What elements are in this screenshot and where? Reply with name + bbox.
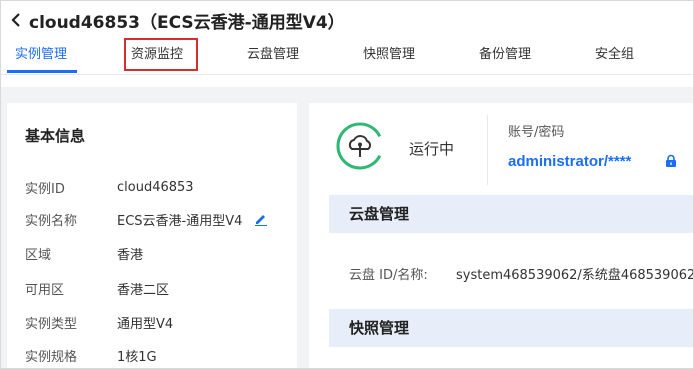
tab-disk-management[interactable]: 云盘管理	[247, 37, 299, 73]
status-text: 运行中	[409, 140, 455, 158]
basic-info-title: 基本信息	[25, 127, 86, 145]
tab-resource-monitoring[interactable]: 资源监控	[131, 37, 183, 73]
divider	[487, 115, 488, 185]
info-label: 实例ID	[25, 181, 65, 197]
info-label: 可用区	[25, 282, 65, 298]
disk-row: 云盘 ID/名称: system468539062/系统盘468539062	[349, 263, 694, 283]
info-label: 实例类型	[25, 316, 78, 332]
info-row-region: 区域 香港	[25, 243, 143, 263]
disk-label: 云盘 ID/名称:	[349, 267, 428, 283]
info-value: ECS云香港-通用型V4	[117, 213, 243, 229]
page-title: cloud46853（ECS云香港-通用型V4）	[29, 12, 345, 33]
account-value[interactable]: administrator/****	[508, 153, 631, 170]
instance-status-card: 运行中 账号/密码 administrator/**** 云盘管理 云盘 ID/…	[309, 103, 694, 368]
disk-section-title: 云盘管理	[329, 195, 693, 233]
info-row-instance-name: 实例名称 ECS云香港-通用型V4	[25, 209, 268, 229]
snapshot-section-title: 快照管理	[329, 309, 693, 347]
info-label: 区域	[25, 247, 52, 263]
cloud-power-icon	[335, 121, 385, 171]
info-label: 实例名称	[25, 213, 78, 229]
tab-security-group[interactable]: 安全组	[595, 37, 634, 73]
tab-bar: 实例管理 资源监控 云盘管理 快照管理 备份管理 安全组	[1, 37, 693, 75]
chevron-left-icon[interactable]	[7, 11, 25, 29]
info-value: 香港二区	[117, 282, 170, 298]
disk-value: system468539062/系统盘468539062	[456, 267, 694, 283]
tab-backup-management[interactable]: 备份管理	[479, 37, 531, 73]
active-tab-indicator	[7, 70, 77, 73]
info-value: 1核1G	[117, 349, 157, 365]
page-header: cloud46853（ECS云香港-通用型V4）	[7, 7, 345, 33]
info-row-instance-id: 实例ID cloud46853	[25, 177, 194, 197]
info-value: 香港	[117, 247, 144, 263]
account-label: 账号/密码	[508, 125, 565, 140]
tab-snapshot-management[interactable]: 快照管理	[363, 37, 415, 73]
basic-info-card: 基本信息 实例ID cloud46853 实例名称 ECS云香港-通用型V4 区…	[7, 103, 297, 368]
info-value: cloud46853	[117, 179, 194, 195]
tab-instance-management[interactable]: 实例管理	[15, 37, 67, 73]
pencil-icon[interactable]	[254, 212, 268, 226]
info-label: 实例规格	[25, 349, 78, 365]
info-row-zone: 可用区 香港二区	[25, 278, 169, 298]
instance-detail-page: cloud46853（ECS云香港-通用型V4） 实例管理 资源监控 云盘管理 …	[0, 0, 694, 369]
info-row-instance-type: 实例类型 通用型V4	[25, 312, 173, 332]
lock-icon[interactable]	[664, 154, 678, 168]
info-value: 通用型V4	[117, 316, 174, 332]
info-row-instance-spec: 实例规格 1核1G	[25, 345, 157, 365]
